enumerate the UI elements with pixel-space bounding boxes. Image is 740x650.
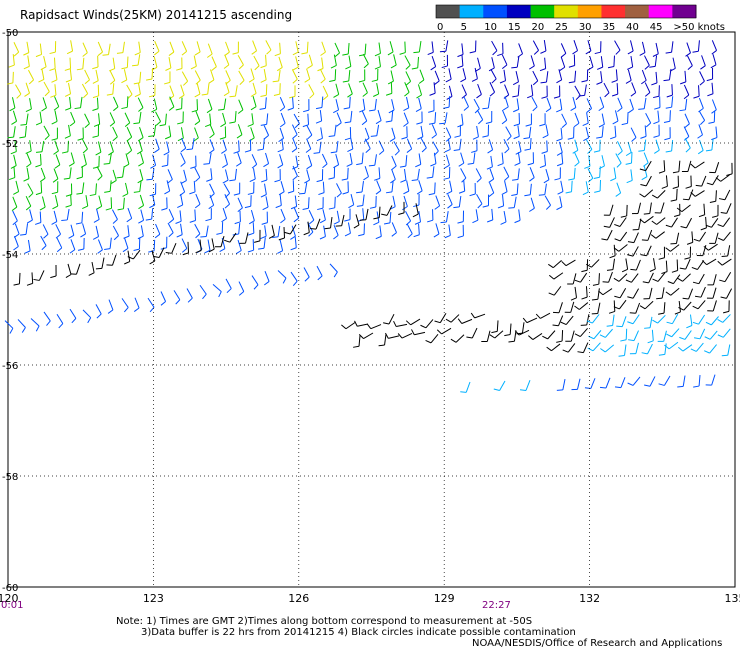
note-line-1: Note: 1) Times are GMT 2)Times along bot… xyxy=(116,616,533,627)
legend-swatch xyxy=(672,5,697,18)
legend-swatch xyxy=(554,5,579,18)
legend-swatch xyxy=(530,5,555,18)
latitude-label: -56 xyxy=(2,361,18,372)
latitude-label: -60 xyxy=(2,583,18,594)
note-line-2: 3)Data buffer is 22 hrs from 20141215 4)… xyxy=(141,627,576,638)
legend-label: >50 knots xyxy=(673,22,725,33)
wind-map: 0 5 10 15 20 25 30 35 40 45 >50 knots 120 123 126 129… xyxy=(0,4,740,605)
legend-label: 25 xyxy=(555,22,568,33)
time-label-mid: 22:27 xyxy=(482,600,511,611)
legend-label: 30 xyxy=(579,22,592,33)
longitude-label: 126 xyxy=(288,592,309,605)
latitude-label: -54 xyxy=(2,250,18,261)
latitude-label: -58 xyxy=(2,472,18,483)
legend-swatch xyxy=(648,5,673,18)
legend-swatch xyxy=(625,5,650,18)
wind-map-page: Rapidsact Winds(25KM) 20141215 ascending… xyxy=(0,0,740,650)
legend-label: 5 xyxy=(461,22,467,33)
longitude-label: 123 xyxy=(143,592,164,605)
legend-label: 35 xyxy=(602,22,615,33)
color-legend: 0 5 10 15 20 25 30 35 40 45 >50 knots xyxy=(435,4,725,33)
legend-label: 0 xyxy=(437,22,443,33)
plot-area xyxy=(4,31,736,588)
legend-swatch xyxy=(436,5,461,18)
longitude-label: 135 xyxy=(725,592,740,605)
latitude-label: -52 xyxy=(2,139,18,150)
longitude-label: 129 xyxy=(434,592,455,605)
legend-swatch xyxy=(506,5,532,18)
legend-label: 10 xyxy=(484,22,497,33)
legend-swatch xyxy=(601,5,626,18)
legend-swatch xyxy=(483,5,508,18)
legend-label: 45 xyxy=(650,22,663,33)
time-label-start: 0:01 xyxy=(1,600,24,611)
legend-label: 15 xyxy=(508,22,521,33)
legend-swatch xyxy=(459,5,484,18)
plot-frame xyxy=(7,31,736,588)
note-line-3: NOAA/NESDIS/Office of Research and Appli… xyxy=(472,638,723,649)
legend-swatch xyxy=(577,5,602,18)
longitude-label: 132 xyxy=(579,592,600,605)
legend-label: 40 xyxy=(626,22,639,33)
legend-label: 20 xyxy=(532,22,545,33)
latitude-label: -50 xyxy=(2,28,18,39)
longitude-labels: 120123126129132135 xyxy=(0,592,740,605)
